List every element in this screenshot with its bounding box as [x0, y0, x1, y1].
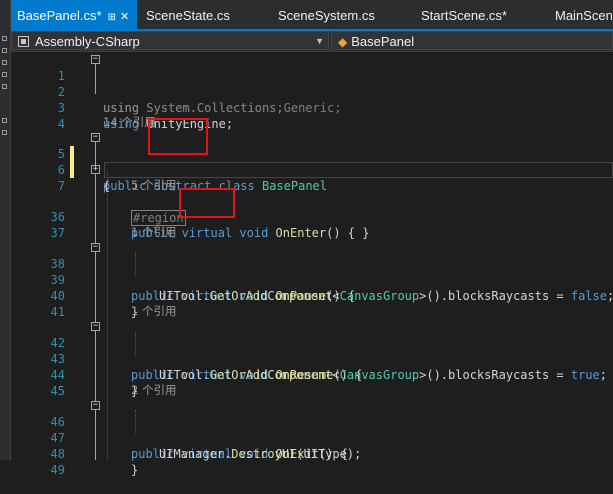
reference-count-hint[interactable]: 5 个引用 [131, 177, 176, 193]
tab-label: MainScen [555, 8, 613, 23]
project-dropdown[interactable]: Assembly-CSharp ▼ [11, 31, 329, 50]
code-line[interactable]: 41 [11, 288, 613, 319]
toolbox-icon[interactable] [2, 36, 7, 41]
navigation-bar: Assembly-CSharp ▼ ◆ BasePanel [11, 31, 613, 52]
tab-basepanel[interactable]: BasePanel.cs* ⊞ ✕ [11, 0, 138, 29]
reference-count-hint[interactable]: 1 个引用 [131, 224, 176, 240]
code-editor[interactable]: 1 − using System.Collections; 2 using Sy… [11, 52, 613, 477]
class-dropdown[interactable]: ◆ BasePanel [331, 31, 613, 50]
keyword-virtual: virtual [181, 226, 233, 240]
code-line[interactable]: 37 [11, 209, 613, 240]
code-line[interactable]: 42 − public virtual void OnResume() { [11, 319, 613, 383]
toolbox-icon[interactable] [2, 84, 7, 89]
toolbox-icon[interactable] [2, 130, 7, 135]
code-line[interactable]: 2 using System.Collections.Generic; [11, 68, 613, 115]
tab-label: SceneState.cs [146, 8, 230, 23]
code-line[interactable]: 48 } [11, 430, 613, 477]
class-icon: ◆ [338, 35, 348, 49]
minus-box-icon[interactable]: − [91, 243, 100, 252]
toolbox-icon[interactable] [2, 48, 7, 53]
code-line[interactable]: 7 + #region [11, 162, 613, 226]
line-number: 41 [50, 305, 65, 319]
method-name: OnEnter [275, 226, 327, 240]
highlight-box-abstract [148, 118, 208, 155]
line-number: 45 [50, 384, 65, 398]
toolbox-icon[interactable] [2, 60, 7, 65]
left-tool-strip [0, 0, 11, 460]
code-line[interactable]: 46 − public virtual void OnExit() { [11, 398, 613, 462]
minus-box-icon[interactable]: − [91, 401, 100, 410]
code-line[interactable]: 1 − using System.Collections; [11, 52, 613, 116]
line-number: 7 [57, 179, 65, 193]
code-text: () { } [326, 226, 370, 240]
project-name: Assembly-CSharp [35, 34, 140, 49]
code-line[interactable]: 38 − public virtual void OnPause() { [11, 240, 613, 304]
code-line[interactable]: 5 − public abstract class BasePanel [11, 130, 613, 194]
class-name: BasePanel [351, 34, 415, 49]
minus-box-icon[interactable]: − [91, 55, 100, 64]
code-line[interactable]: 6 { [11, 146, 613, 193]
code-line[interactable]: 44 } [11, 351, 613, 398]
minus-box-icon[interactable]: − [91, 133, 100, 142]
close-icon[interactable]: ✕ [120, 11, 129, 23]
tab-label: StartScene.cs* [421, 8, 507, 23]
code-line[interactable]: 47 UIManager.DestroyUI(UIType); [11, 414, 613, 461]
code-text: } [131, 463, 139, 477]
code-line[interactable]: 45 [11, 367, 613, 398]
csharp-project-icon [18, 36, 29, 47]
code-line[interactable]: 39 UITool.GetOrAddComponent<CanvasGroup>… [11, 256, 613, 303]
tab-startscene[interactable]: StartScene.cs* [421, 0, 507, 29]
pin-icon[interactable]: ⊞ [108, 12, 116, 23]
code-line[interactable]: 43 UITool.GetOrAddComponent<CanvasGroup>… [11, 335, 613, 382]
line-number: 49 [50, 463, 65, 477]
toolbox-icon[interactable] [2, 72, 7, 77]
keyword: void [239, 226, 269, 240]
toolbox-icon[interactable] [2, 118, 7, 123]
document-tab-bar: BasePanel.cs* ⊞ ✕ SceneState.cs SceneSyste… [11, 0, 613, 31]
line-number: 37 [50, 226, 65, 240]
chevron-down-icon: ▼ [315, 36, 324, 46]
minus-box-icon[interactable]: − [91, 322, 100, 331]
tab-label: BasePanel.cs* [17, 8, 102, 23]
code-line[interactable]: 3 using UnityEngine; [11, 84, 613, 131]
tab-mainscene[interactable]: MainScen [555, 0, 613, 29]
code-text: { [103, 179, 111, 193]
class-name: BasePanel [261, 179, 328, 193]
code-line[interactable]: 4 [11, 100, 613, 131]
tab-scenestate[interactable]: SceneState.cs [146, 0, 230, 29]
reference-count-hint[interactable]: 2 个引用 [131, 382, 176, 398]
plus-box-icon[interactable]: + [91, 165, 100, 174]
tab-scenesystem[interactable]: SceneSystem.cs [278, 0, 375, 29]
highlight-box-virtual [179, 188, 235, 218]
reference-count-hint[interactable]: 1 个引用 [131, 303, 176, 319]
tab-label: SceneSystem.cs [278, 8, 375, 23]
code-line[interactable]: 36 public virtual void OnEnter() { } [11, 193, 613, 240]
code-line[interactable]: 40 } [11, 272, 613, 319]
